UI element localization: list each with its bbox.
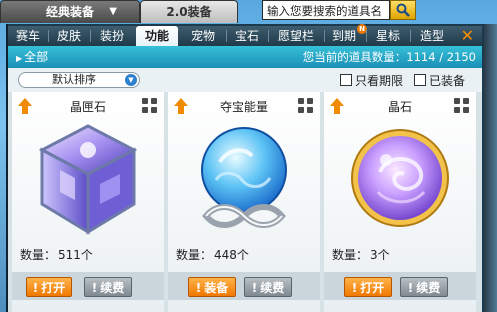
search-input[interactable]: 输入您要搜索的道具名 [262,0,390,20]
exclamation-icon: ! [195,281,202,295]
quantity-label: 数量： [20,248,57,262]
filter-bar: ▶ 全部 您当前的道具数量：1114 / 2150 [8,46,482,68]
tab-20-equipment[interactable]: 2.0装备 [140,0,238,23]
quantity-value: 3个 [370,248,390,262]
tab-category-starred[interactable]: 星标 [368,26,408,46]
only-expiry-checkbox[interactable]: 只看期限 [340,74,403,88]
category-label: 造型 [419,29,444,43]
exclamation-icon: ! [351,281,358,295]
item-card[interactable]: 夺宝能量 数量： 448个 ! 装备 ! 续费 [168,92,320,312]
exclamation-icon: ! [32,281,39,295]
item-card[interactable]: 晶石 数量： 3个 ! 打开 ! 续费 [324,92,476,312]
triangle-right-icon: ▶ [16,54,23,63]
renew-label: 续费 [260,281,285,295]
divider [48,30,49,42]
category-label: 愿望栏 [277,29,314,43]
divider [268,30,269,42]
tab-category-outfit[interactable]: 装扮 [92,26,132,46]
search-button[interactable] [390,0,416,20]
open-label: 打开 [41,281,66,295]
card-actions: ! 打开 ! 续费 [324,272,476,300]
crystal-box-icon [38,124,138,235]
renew-button[interactable]: ! 续费 [84,277,132,297]
crystal-stone-icon [351,129,449,227]
renew-button[interactable]: ! 续费 [244,277,292,297]
filter-all-dropdown[interactable]: ▶ 全部 [16,46,48,70]
tab-category-style[interactable]: 造型 [412,26,452,46]
quantity-value: 511个 [58,248,93,262]
divider [90,30,91,42]
close-icon[interactable]: ✕ [461,26,474,46]
category-label: 装扮 [99,29,124,43]
equip-button[interactable]: ! 装备 [188,277,236,297]
tab-category-pet[interactable]: 宠物 [182,26,224,46]
category-label: 星标 [375,29,400,43]
equipped-label: 已装备 [429,74,466,88]
tab-category-function[interactable]: 功能 [136,26,178,46]
grid-icon[interactable] [454,98,470,114]
divider [366,30,367,42]
sort-value: 默认排序 [52,73,96,86]
category-label: 到期 [331,29,356,43]
tab-category-skin[interactable]: 皮肤 [50,26,88,46]
item-quantity: 数量： 3个 [332,246,390,263]
tab-category-wishlist[interactable]: 愿望栏 [270,26,322,46]
checkbox-box[interactable] [414,74,426,86]
grid-icon[interactable] [142,98,158,114]
category-label: 宠物 [190,29,215,43]
divider [226,30,227,42]
renew-button[interactable]: ! 续费 [400,277,448,297]
right-edge-scene [484,24,497,312]
chevron-down-icon: ▼ [125,74,137,86]
exclamation-icon: ! [91,281,98,295]
item-card[interactable]: 晶匣石 数量： 511个 ! 打开 ! 续费 [12,92,164,312]
item-count: 您当前的道具数量：1114 / 2150 [302,50,476,64]
search-icon [396,3,410,17]
card-actions: ! 装备 ! 续费 [168,272,320,300]
open-button[interactable]: ! 打开 [26,277,72,297]
only-expiry-label: 只看期限 [355,74,404,88]
item-quantity: 数量： 511个 [20,246,93,263]
equipped-checkbox[interactable]: 已装备 [414,74,465,88]
category-bar: 赛车 皮肤 装扮 功能 宠物 宝石 愿望栏 到期 N 星标 造型 ✕ [8,24,482,46]
tab-classic-label: 经典装备 [45,5,94,19]
category-label: 宝石 [234,29,259,43]
open-button[interactable]: ! 打开 [344,277,392,297]
open-label: 打开 [360,281,385,295]
grid-icon[interactable] [298,98,314,114]
checkbox-box[interactable] [340,74,352,86]
tab-category-racecar[interactable]: 赛车 [10,26,46,46]
top-tabs: 经典装备 ▼ 2.0装备 输入您要搜索的道具名 [0,0,497,24]
energy-orb-icon [201,127,287,228]
renew-label: 续费 [416,281,441,295]
tab-category-gem[interactable]: 宝石 [228,26,266,46]
category-label: 皮肤 [56,29,81,43]
divider [410,30,411,42]
equip-label: 装备 [204,281,229,295]
options-row: 默认排序 ▼ 只看期限 已装备 [8,68,482,92]
item-grid: 晶匣石 数量： 511个 ! 打开 ! 续费 夺宝能量 数量： 448个 ! 装… [8,92,482,312]
quantity-value: 448个 [214,248,249,262]
filter-all-label: 全部 [24,50,49,64]
tab-20-label: 2.0装备 [166,5,212,19]
search-placeholder: 输入您要搜索的道具名 [267,4,382,18]
item-quantity: 数量： 448个 [176,246,249,263]
renew-label: 续费 [100,281,125,295]
sort-select[interactable]: 默认排序 ▼ [18,72,140,88]
exclamation-icon: ! [251,281,258,295]
divider [324,30,325,42]
category-label: 功能 [144,29,169,43]
quantity-label: 数量： [332,248,369,262]
tab-classic-equipment[interactable]: 经典装备 ▼ [0,0,140,23]
category-label: 赛车 [15,29,40,43]
exclamation-icon: ! [407,281,414,295]
quantity-label: 数量： [176,248,213,262]
card-actions: ! 打开 ! 续费 [12,272,164,300]
chevron-down-icon[interactable]: ▼ [109,1,117,23]
